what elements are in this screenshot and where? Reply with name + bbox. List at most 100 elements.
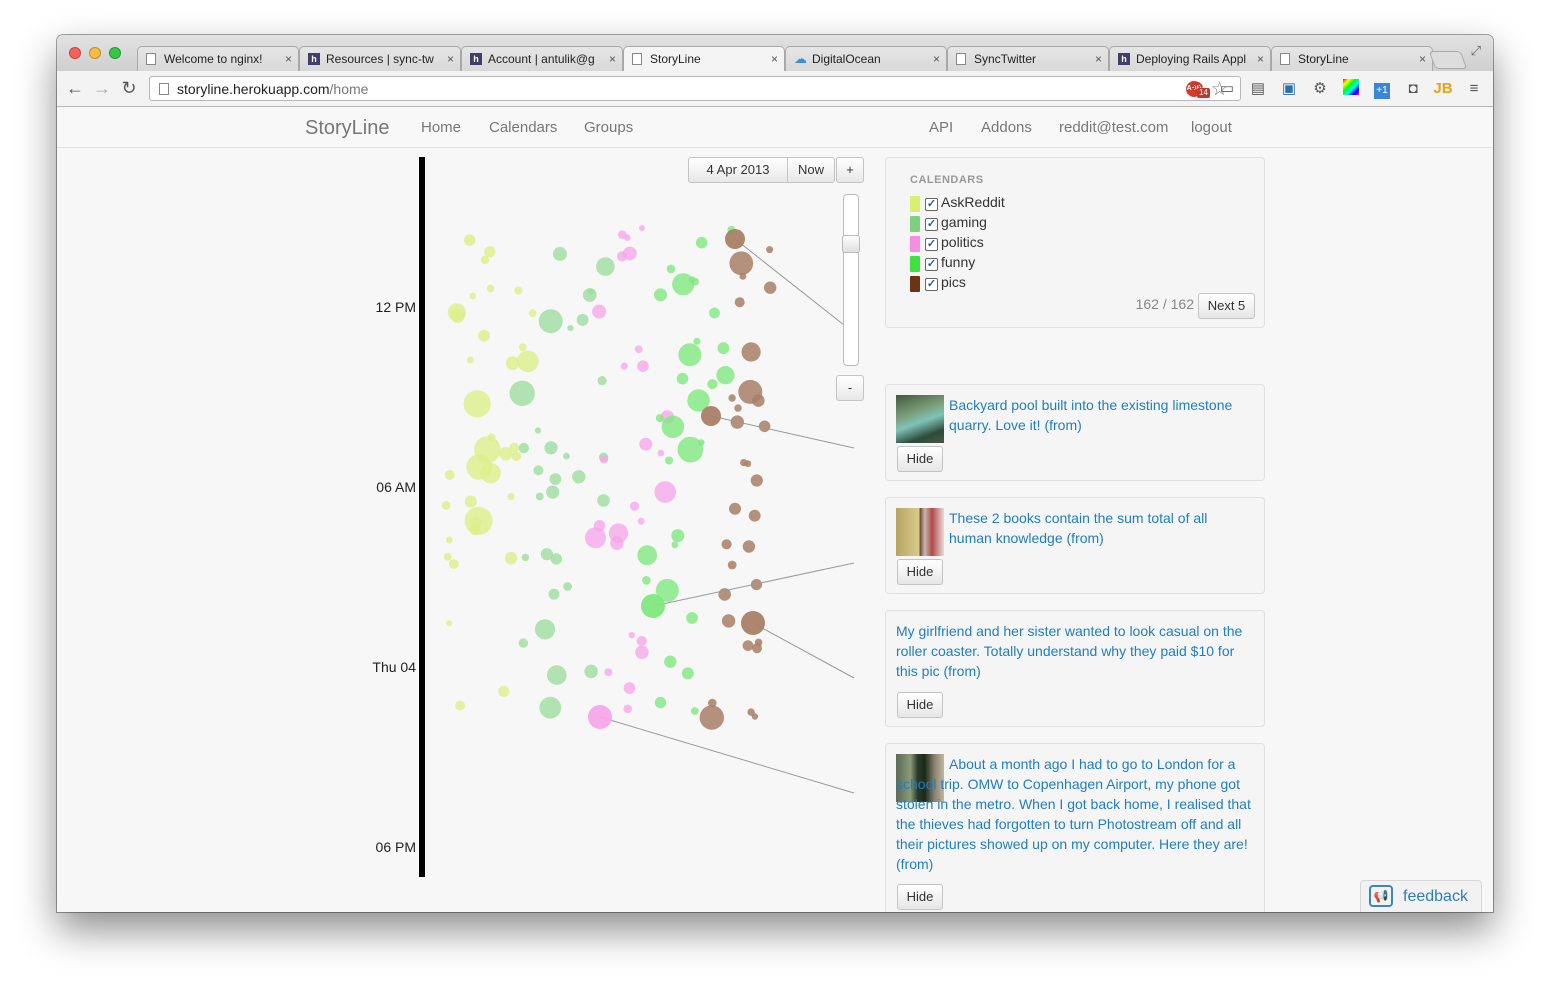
browser-tab-5[interactable]: SyncTwitter × <box>947 46 1109 71</box>
event-bubble[interactable] <box>466 454 493 480</box>
event-bubble[interactable] <box>464 495 477 508</box>
zoom-out-button[interactable]: - <box>836 375 864 401</box>
event-bubble[interactable] <box>734 404 742 412</box>
event-bubble[interactable] <box>576 313 589 326</box>
event-bubble[interactable] <box>445 536 453 544</box>
event-bubble[interactable] <box>463 390 491 418</box>
event-bubble[interactable] <box>549 473 562 485</box>
event-bubble[interactable] <box>484 246 496 258</box>
event-bubble[interactable] <box>764 281 777 294</box>
event-bubble[interactable] <box>507 493 515 501</box>
browser-tab-2[interactable]: h Account | antulik@g × <box>461 46 623 71</box>
event-bubble[interactable] <box>654 288 667 302</box>
event-bubble[interactable] <box>540 548 553 561</box>
event-bubble[interactable] <box>664 655 677 668</box>
event-bubble[interactable] <box>547 665 567 685</box>
event-bubble[interactable] <box>596 257 615 276</box>
highlighted-event-bubble[interactable] <box>641 594 665 618</box>
event-bubble[interactable] <box>480 255 490 265</box>
hide-post-button[interactable]: Hide <box>897 884 943 910</box>
event-bubble[interactable] <box>518 343 527 352</box>
event-bubble[interactable] <box>504 551 518 565</box>
event-bubble[interactable] <box>597 494 610 507</box>
event-bubble[interactable] <box>665 456 673 465</box>
pool-thumbnail[interactable] <box>896 395 944 443</box>
nav-addons[interactable]: Addons <box>981 119 1032 136</box>
event-bubble[interactable] <box>750 474 763 487</box>
highlighted-event-bubble[interactable] <box>741 611 765 635</box>
calendar-checkbox[interactable]: ✓ <box>925 198 938 211</box>
event-bubble[interactable] <box>699 705 724 730</box>
back-arrow-icon[interactable]: ← <box>64 77 86 99</box>
highlighted-event-bubble[interactable] <box>701 406 721 426</box>
event-bubble[interactable] <box>748 509 761 522</box>
menu-icon[interactable]: ≡ <box>1464 79 1484 99</box>
event-bubble[interactable] <box>657 449 665 457</box>
calendar-checkbox[interactable]: ✓ <box>925 278 938 291</box>
post-title-link[interactable]: Backyard pool built into the existing li… <box>949 395 1254 435</box>
feedback-tab[interactable]: 📢 feedback <box>1360 880 1482 912</box>
event-bubble[interactable] <box>620 362 628 370</box>
event-bubble[interactable] <box>635 645 649 659</box>
calendar-checkbox[interactable]: ✓ <box>925 258 938 271</box>
event-bubble[interactable] <box>728 394 736 402</box>
event-bubble[interactable] <box>639 437 653 451</box>
event-bubble[interactable] <box>666 264 676 274</box>
event-bubble[interactable] <box>695 236 708 249</box>
screenshot-extension-icon[interactable]: ▤ <box>1248 79 1268 99</box>
event-bubble[interactable] <box>563 582 572 591</box>
browser-tab-0[interactable]: Welcome to nginx! × <box>137 46 299 71</box>
event-bubble[interactable] <box>441 500 451 510</box>
event-bubble[interactable] <box>511 451 522 461</box>
event-bubble[interactable] <box>752 643 762 654</box>
nav-logout[interactable]: logout <box>1191 119 1232 136</box>
event-bubble[interactable] <box>678 343 702 367</box>
event-bubble[interactable] <box>518 638 528 648</box>
google-plus-icon[interactable]: +1 <box>1372 79 1392 99</box>
forward-arrow-icon[interactable]: → <box>91 77 113 99</box>
event-bubble[interactable] <box>604 668 613 677</box>
close-tab-icon[interactable]: × <box>1257 47 1264 71</box>
close-tab-icon[interactable]: × <box>771 47 778 71</box>
event-bubble[interactable] <box>464 506 493 535</box>
settings-gear-icon[interactable]: ⚙ <box>1310 79 1330 99</box>
event-bubble[interactable] <box>584 664 598 679</box>
event-bubble[interactable] <box>444 470 455 480</box>
event-bubble[interactable] <box>582 288 597 302</box>
event-bubble[interactable] <box>758 420 771 433</box>
event-bubble[interactable] <box>592 304 607 319</box>
event-bubble[interactable] <box>739 272 747 280</box>
event-bubble[interactable] <box>521 553 530 562</box>
event-bubble[interactable] <box>637 360 649 372</box>
event-bubble[interactable] <box>741 342 761 362</box>
zoom-window-button[interactable] <box>109 47 121 59</box>
event-bubble[interactable] <box>744 460 752 468</box>
event-bubble[interactable] <box>534 619 556 640</box>
browser-tab-4[interactable]: ☁ DigitalOcean × <box>785 46 947 71</box>
nav-api[interactable]: API <box>929 119 953 136</box>
event-bubble[interactable] <box>742 540 756 553</box>
event-bubble[interactable] <box>517 350 539 373</box>
nav-calendars[interactable]: Calendars <box>489 119 557 136</box>
date-picker-button[interactable]: 4 Apr 2013 <box>688 157 788 183</box>
event-bubble[interactable] <box>499 447 513 461</box>
event-bubble[interactable] <box>698 439 705 446</box>
event-bubble[interactable] <box>681 667 694 680</box>
event-bubble[interactable] <box>563 452 570 460</box>
event-bubble[interactable] <box>690 707 699 715</box>
post-title-link[interactable]: These 2 books contain the sum total of a… <box>949 508 1254 548</box>
event-bubble[interactable] <box>469 292 476 300</box>
zoom-slider-handle[interactable] <box>842 235 860 253</box>
event-bubble[interactable] <box>443 552 452 561</box>
event-bubble[interactable] <box>509 380 535 406</box>
event-bubble[interactable] <box>446 620 453 627</box>
highlighted-event-bubble[interactable] <box>725 229 745 249</box>
event-bubble[interactable] <box>734 297 745 308</box>
event-bubble[interactable] <box>721 539 732 550</box>
post-title-link[interactable]: About a month ago I had to go to London … <box>896 754 1258 874</box>
event-bubble[interactable] <box>518 442 529 454</box>
event-bubble[interactable] <box>534 427 542 434</box>
event-bubble[interactable] <box>533 465 544 476</box>
event-bubble[interactable] <box>655 414 664 423</box>
event-bubble[interactable] <box>751 713 759 720</box>
